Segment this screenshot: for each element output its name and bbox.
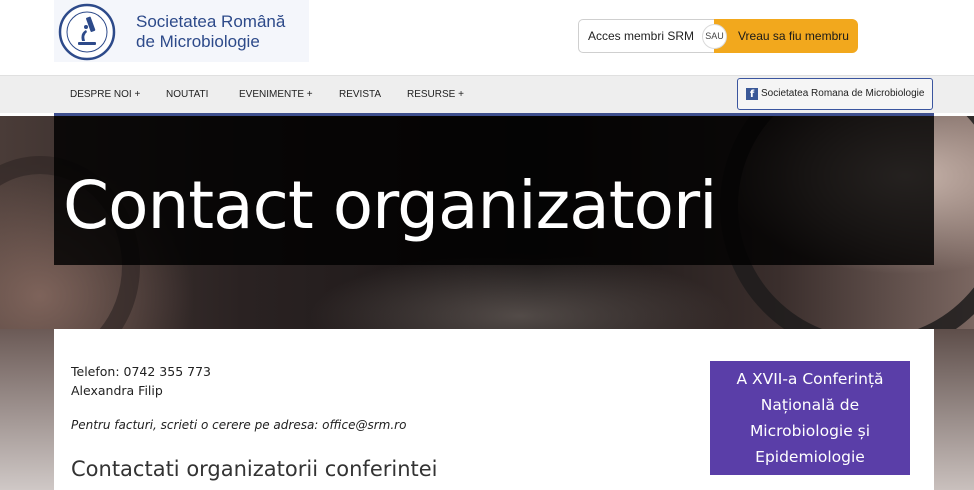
conference-promo-box[interactable]: A XVII-a Conferință Națională de Microbi… xyxy=(710,361,910,475)
hero-title-box: Contact organizatori xyxy=(54,116,934,265)
page-background-right xyxy=(934,329,974,490)
logo-text: Societatea Română de Microbiologie xyxy=(136,12,285,52)
invoice-note: Pentru facturi, scrieti o cerere pe adre… xyxy=(71,418,407,432)
site-logo[interactable]: Societatea Română de Microbiologie xyxy=(54,0,309,62)
site-header: Societatea Română de Microbiologie Acces… xyxy=(0,0,974,75)
microscope-emblem-icon xyxy=(58,3,116,61)
nav-item-noutati[interactable]: NOUTATI xyxy=(166,76,208,113)
facebook-icon: f xyxy=(746,88,758,100)
logo-line-1: Societatea Română xyxy=(136,12,286,31)
conference-line: Microbiologie și xyxy=(749,422,871,440)
contact-name: Alexandra Filip xyxy=(71,383,163,398)
main-content: Telefon: 0742 355 773 Alexandra Filip Pe… xyxy=(54,329,934,490)
conference-line: A XVII-a Conferință xyxy=(736,370,884,388)
main-nav: DESPRE NOI + NOUTATI EVENIMENTE + REVIST… xyxy=(0,75,974,113)
nav-item-resurse[interactable]: RESURSE + xyxy=(407,76,464,113)
nav-item-revista[interactable]: REVISTA xyxy=(339,76,381,113)
facebook-link-label: Societatea Romana de Microbiologie xyxy=(761,88,925,99)
page-title: Contact organizatori xyxy=(63,167,717,244)
member-access-button[interactable]: Acces membri SRM xyxy=(578,19,718,53)
conference-line: Națională de xyxy=(760,396,860,414)
page-background-left xyxy=(0,329,54,490)
hero-banner: Contact organizatori xyxy=(0,116,974,329)
section-heading: Contactati organizatorii conferintei xyxy=(71,457,438,481)
contact-phone: Telefon: 0742 355 773 xyxy=(71,364,211,379)
nav-item-despre-noi[interactable]: DESPRE NOI + xyxy=(70,76,140,113)
logo-line-2: de Microbiologie xyxy=(136,32,260,51)
become-member-button[interactable]: Vreau sa fiu membru xyxy=(714,19,858,53)
nav-item-evenimente[interactable]: EVENIMENTE + xyxy=(239,76,313,113)
facebook-link-button[interactable]: f Societatea Romana de Microbiologie xyxy=(737,78,933,110)
or-badge: SAU xyxy=(702,24,727,49)
conference-line: Epidemiologie xyxy=(755,448,865,466)
